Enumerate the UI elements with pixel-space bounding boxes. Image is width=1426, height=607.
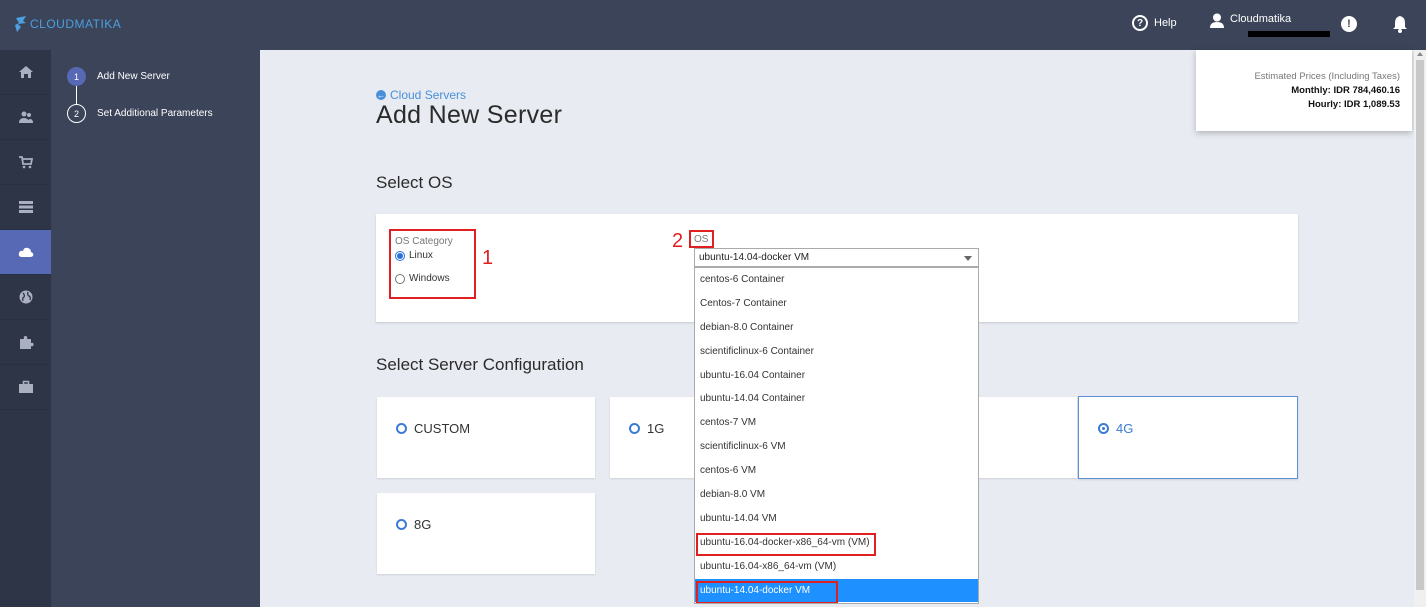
back-label: Cloud Servers	[390, 88, 467, 102]
nav-users[interactable]	[0, 95, 51, 140]
monthly-price: Monthly: IDR 784,460.16	[1291, 85, 1400, 96]
logo-text: CLOUDMATIKA	[30, 17, 122, 31]
select-os-heading: Select OS	[376, 173, 453, 192]
server-config-heading: Select Server Configuration	[376, 355, 584, 374]
user-icon	[1210, 13, 1224, 28]
price-heading: Estimated Prices (Including Taxes)	[1254, 71, 1400, 82]
os-option[interactable]: centos-6 Container	[695, 268, 978, 292]
os-option[interactable]: scientificlinux-6 Container	[695, 340, 978, 364]
os-option[interactable]: debian-8.0 VM	[695, 483, 978, 507]
os-option[interactable]: ubuntu-16.04 Container	[695, 364, 978, 388]
back-to-cloud-servers-link[interactable]: ← Cloud Servers	[376, 88, 466, 102]
cart-icon	[18, 156, 33, 169]
step-number: 1	[67, 67, 86, 86]
wizard-steps: 1 Add New Server 2 Set Additional Parame…	[51, 50, 260, 607]
nav-globe[interactable]	[0, 275, 51, 320]
question-icon: ?	[1132, 15, 1148, 31]
user-menu[interactable]: Cloudmatika	[1210, 13, 1330, 37]
nav-briefcase[interactable]	[0, 365, 51, 410]
page-title: Add New Server	[376, 101, 563, 129]
radio-icon	[396, 519, 407, 530]
bell-icon[interactable]	[1392, 15, 1408, 33]
config-card-8g[interactable]: 8G	[377, 493, 595, 574]
step-label: Set Additional Parameters	[97, 108, 213, 119]
step-add-new-server[interactable]: 1 Add New Server	[67, 67, 170, 86]
config-name: 4G	[1116, 421, 1134, 436]
nav-servers[interactable]	[0, 185, 51, 230]
config-name: CUSTOM	[414, 421, 471, 436]
logo-mark-icon	[15, 16, 26, 32]
radio-linux[interactable]: Linux	[395, 250, 433, 261]
os-dropdown-list[interactable]: centos-6 Container Centos-7 Container de…	[694, 267, 979, 604]
nav-plugins[interactable]	[0, 320, 51, 365]
page-scrollbar[interactable]	[1414, 50, 1426, 607]
estimated-prices-panel: Estimated Prices (Including Taxes) Month…	[1196, 50, 1412, 131]
os-option-selected[interactable]: ubuntu-14.04-docker VM	[695, 578, 978, 603]
config-name: 1G	[647, 421, 665, 436]
nav-cart[interactable]	[0, 140, 51, 185]
os-option-highlighted[interactable]: ubuntu-16.04-docker-x86_64-vm (VM)	[695, 531, 978, 556]
os-option[interactable]: ubuntu-14.04 VM	[695, 507, 978, 531]
config-card-hidden[interactable]	[977, 397, 1077, 478]
briefcase-icon	[18, 380, 33, 393]
radio-windows-label: Windows	[409, 273, 450, 284]
server-list-icon	[18, 201, 33, 213]
radio-icon	[396, 423, 407, 434]
os-option[interactable]: centos-6 VM	[695, 459, 978, 483]
step-number: 2	[67, 104, 86, 123]
os-select[interactable]: ubuntu-14.04-docker VM	[694, 248, 979, 267]
os-option[interactable]: ubuntu-14.04 Container	[695, 387, 978, 411]
config-name: 8G	[414, 517, 432, 532]
nav-home[interactable]	[0, 50, 51, 95]
cloud-icon	[18, 247, 33, 257]
hourly-price: Hourly: IDR 1,089.53	[1308, 99, 1400, 110]
os-option[interactable]: debian-8.0 Container	[695, 316, 978, 340]
help-label: Help	[1154, 17, 1177, 29]
config-card-4g[interactable]: 4G	[1078, 396, 1298, 479]
puzzle-icon	[19, 336, 33, 349]
radio-unchecked-icon	[395, 273, 405, 284]
radio-checked-icon	[395, 250, 405, 261]
annotation-number-1: 1	[482, 247, 494, 269]
config-card-custom[interactable]: CUSTOM	[377, 397, 595, 478]
step-connector	[76, 86, 77, 105]
radio-selected-icon	[1098, 423, 1109, 434]
os-option[interactable]: centos-7 VM	[695, 411, 978, 435]
os-option[interactable]: ubuntu-16.04-x86_64-vm (VM)	[695, 555, 978, 579]
os-category-label: OS Category	[395, 236, 453, 247]
help-button[interactable]: ? Help	[1132, 15, 1177, 31]
caret-down-icon	[964, 256, 972, 261]
logo[interactable]: CLOUDMATIKA	[14, 15, 121, 33]
step-label: Add New Server	[97, 71, 170, 82]
redacted-email	[1248, 31, 1330, 37]
arrow-left-circle-icon: ←	[376, 90, 386, 100]
scroll-up-arrow-icon[interactable]	[1417, 52, 1423, 56]
step-set-additional-parameters[interactable]: 2 Set Additional Parameters	[67, 104, 213, 123]
icon-sidebar	[0, 50, 51, 607]
nav-cloud[interactable]	[0, 230, 51, 275]
radio-windows[interactable]: Windows	[395, 273, 450, 284]
globe-icon	[19, 290, 32, 304]
home-icon	[18, 66, 33, 78]
scroll-thumb[interactable]	[1416, 60, 1424, 590]
top-bar: CLOUDMATIKA ? Help Cloudmatika !	[0, 0, 1426, 50]
users-icon	[18, 111, 33, 123]
radio-icon	[629, 423, 640, 434]
os-select-value: ubuntu-14.04-docker VM	[699, 252, 810, 263]
user-name: Cloudmatika	[1230, 13, 1292, 25]
radio-linux-label: Linux	[409, 250, 433, 261]
os-option[interactable]: Centos-7 Container	[695, 292, 978, 316]
os-label: OS	[694, 234, 709, 245]
os-option[interactable]: scientificlinux-6 VM	[695, 435, 978, 459]
alert-icon[interactable]: !	[1341, 16, 1357, 32]
annotation-number-2: 2	[672, 230, 684, 252]
